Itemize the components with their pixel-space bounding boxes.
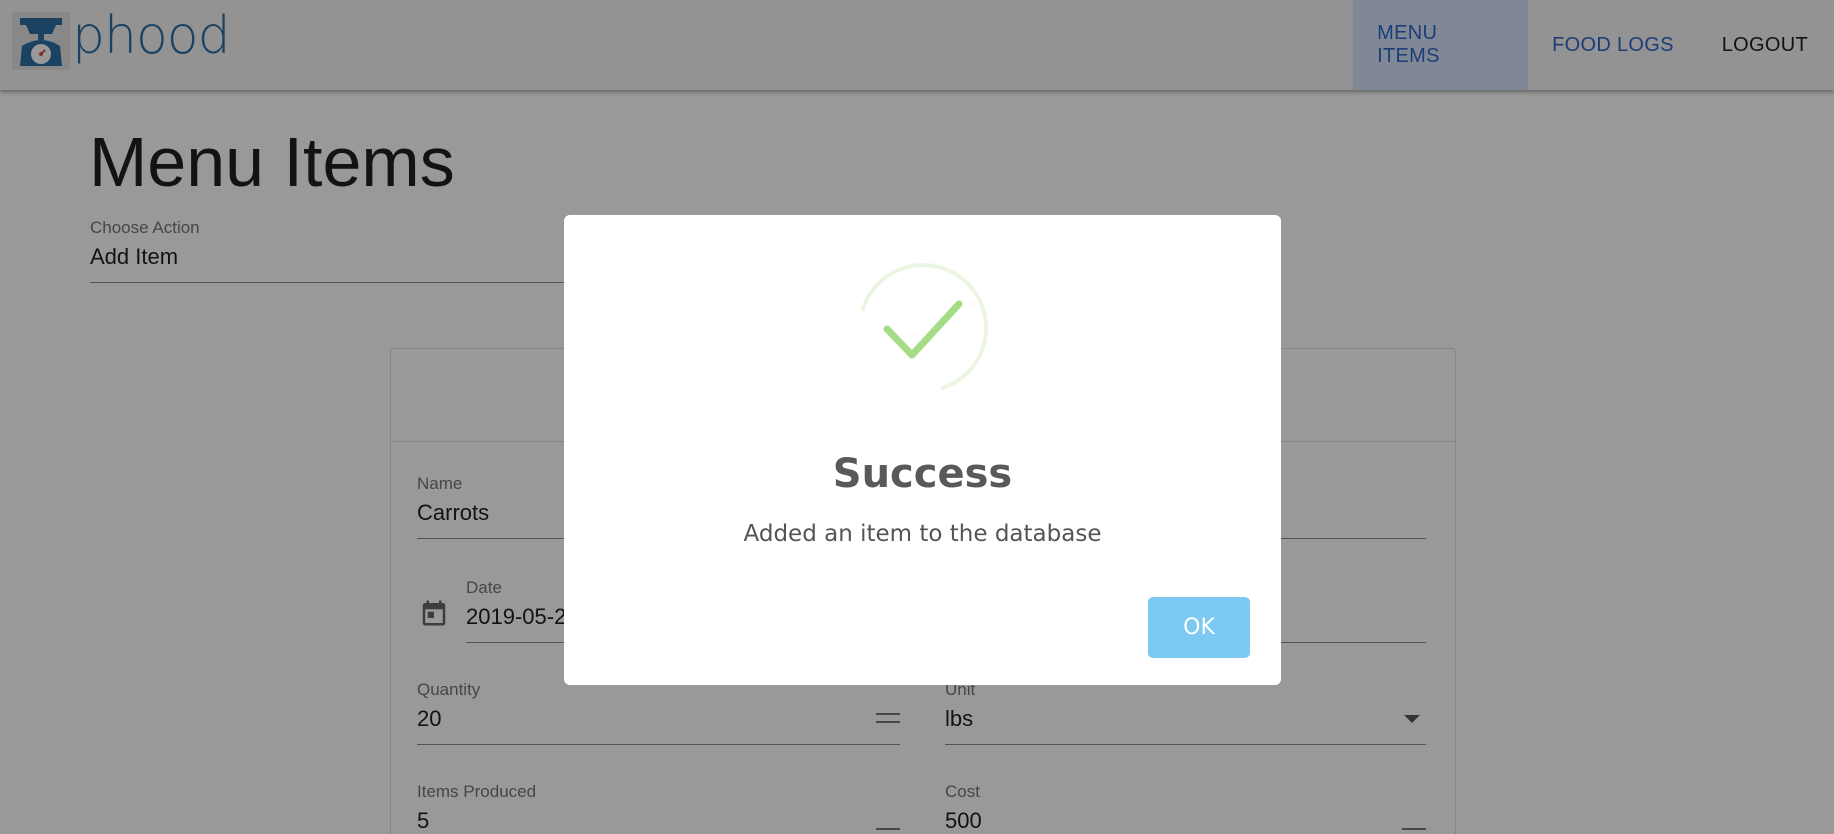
success-check-icon <box>856 261 990 395</box>
app-page: phood MENU ITEMS FOOD LOGS LOGOUT Menu I… <box>0 0 1834 834</box>
ok-button[interactable]: OK <box>1148 597 1250 658</box>
dialog-title: Success <box>832 451 1013 497</box>
success-dialog: Success Added an item to the database OK <box>564 215 1281 685</box>
dialog-message: Added an item to the database <box>743 521 1102 547</box>
